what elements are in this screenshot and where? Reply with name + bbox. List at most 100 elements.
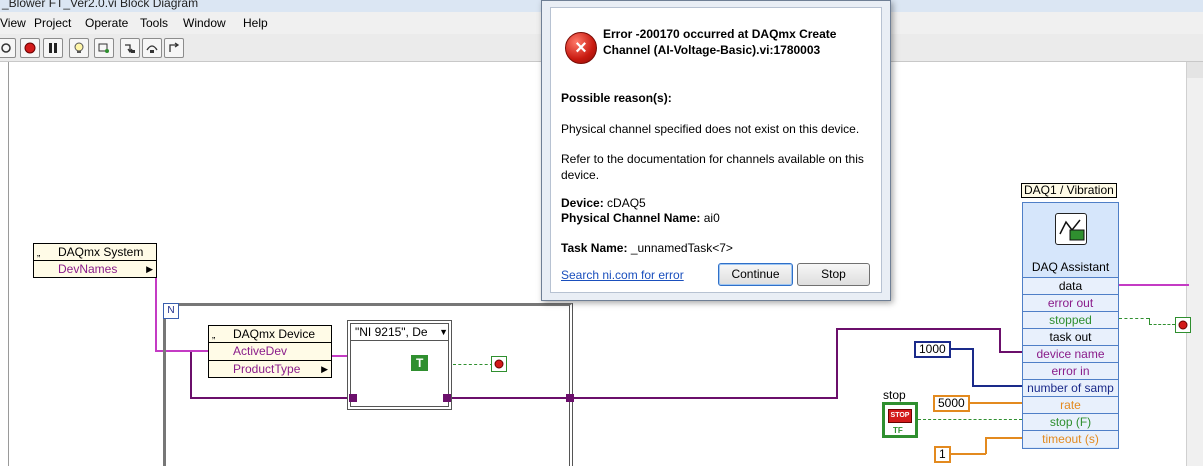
daq-assistant-label: DAQ1 / Vibration: [1021, 183, 1117, 198]
case-selector-label[interactable]: "NI 9215", De ▼: [351, 324, 448, 341]
stop-control-label: stop: [883, 388, 906, 402]
daq-terminal-timeout[interactable]: timeout (s): [1023, 430, 1118, 447]
daqmx-device-header: „ DAQmx Device: [209, 326, 331, 343]
daq-terminal-device-name[interactable]: device name: [1023, 345, 1118, 362]
boolean-led-icon: [1178, 320, 1188, 330]
error-icon: ×: [565, 32, 597, 64]
daq-card-icon: [1055, 213, 1087, 245]
daq-terminal-stop[interactable]: stop (F): [1023, 413, 1118, 430]
task-value: _unnamedTask<7>: [630, 241, 733, 255]
daq-terminal-data[interactable]: data: [1023, 277, 1118, 294]
wire-stopped-right: [1149, 324, 1175, 325]
error-title: Error -200170 occurred at DAQmx Create C…: [603, 27, 837, 57]
loop-count-terminal[interactable]: N: [163, 303, 179, 319]
stop-control-terminal[interactable]: STOP TF: [882, 402, 918, 438]
devnames-label: DevNames: [58, 262, 118, 276]
daqmx-device-node[interactable]: „ DAQmx Device ActiveDev ProductType ▶: [208, 325, 332, 378]
step-into-icon: [125, 44, 135, 54]
menu-project[interactable]: Project: [34, 16, 71, 30]
diagram-left-border: [8, 62, 9, 466]
wire-1000-in: [972, 385, 1022, 387]
daq-assistant-title: DAQ Assistant: [1031, 260, 1110, 274]
daq-terminal-task-out[interactable]: task out: [1023, 328, 1118, 345]
step-over-button[interactable]: [142, 38, 162, 58]
wire-devnames-vertical: [155, 268, 157, 352]
producttype-label: ProductType: [233, 362, 301, 376]
daq-assistant-node[interactable]: DAQ Assistant data error out stopped tas…: [1022, 202, 1119, 449]
menu-tools[interactable]: Tools: [140, 16, 168, 30]
step-over-icon: [146, 45, 158, 53]
reference-icon: „: [212, 330, 216, 341]
true-constant[interactable]: T: [411, 355, 429, 371]
stopped-indicator[interactable]: [1175, 317, 1191, 333]
channel-label: Physical Channel Name:: [561, 211, 701, 225]
daq-terminal-rate[interactable]: rate: [1023, 396, 1118, 413]
lightbulb-icon: [74, 42, 84, 53]
rate-constant[interactable]: 5000: [933, 395, 970, 412]
wire-error-in: [999, 351, 1023, 353]
daqmx-device-label: DAQmx Device: [233, 327, 316, 341]
search-ni-link[interactable]: Search ni.com for error: [561, 268, 684, 282]
vertical-scrollbar[interactable]: [1186, 62, 1203, 466]
highlight-execution-button[interactable]: [69, 38, 89, 58]
case-selector-text: "NI 9215", De: [355, 325, 428, 339]
wire-stopped: [1119, 318, 1149, 319]
step-out-icon: [169, 42, 180, 52]
indicator-terminal[interactable]: [491, 356, 507, 372]
continue-button[interactable]: Continue: [718, 263, 793, 286]
daq-terminal-stopped[interactable]: stopped: [1023, 311, 1118, 328]
tf-label: TF: [893, 426, 903, 435]
menu-window[interactable]: Window: [183, 16, 226, 30]
activedev-property[interactable]: ActiveDev: [209, 343, 331, 360]
reference-icon: „: [37, 248, 41, 259]
chevron-down-icon[interactable]: ▼: [439, 324, 448, 340]
pause-button[interactable]: [43, 38, 63, 58]
daq-terminal-number-of-samples[interactable]: number of samp: [1023, 379, 1118, 396]
producttype-property[interactable]: ProductType ▶: [209, 360, 331, 377]
case-structure[interactable]: "NI 9215", De ▼: [347, 320, 452, 410]
pause-icon: [49, 43, 57, 53]
wire-error-down: [999, 328, 1001, 352]
error-dialog-content: × Error -200170 occurred at DAQmx Create…: [550, 7, 882, 293]
wire-data-out: [1119, 284, 1189, 286]
daq-terminal-error-in[interactable]: error in: [1023, 362, 1118, 379]
error-dialog: × Error -200170 occurred at DAQmx Create…: [541, 0, 891, 301]
menu-view[interactable]: View: [0, 16, 26, 30]
task-label: Task Name:: [561, 241, 628, 255]
wire-1000-down: [972, 348, 974, 386]
task-line: Task Name: _unnamedTask<7>: [561, 241, 733, 255]
devnames-property[interactable]: DevNames ▶: [34, 261, 156, 278]
run-continuous-icon: [1, 43, 11, 53]
scroll-up-arrow[interactable]: [1187, 62, 1203, 78]
retain-wire-values-button[interactable]: [94, 38, 114, 58]
tunnel-error-right: [443, 394, 451, 402]
device-line: Device: cDAQ5: [561, 196, 646, 210]
probe-icon: [98, 43, 109, 53]
step-into-button[interactable]: [120, 38, 140, 58]
menu-help[interactable]: Help: [243, 16, 268, 30]
wire-5000: [964, 402, 1022, 404]
output-arrow-icon: ▶: [321, 364, 328, 374]
device-label: Device:: [561, 196, 604, 210]
boolean-led-icon: [494, 359, 504, 369]
daqmx-system-header: „ DAQmx System: [34, 244, 156, 261]
wire-1-up: [985, 437, 987, 454]
wire-1-in: [985, 437, 1022, 439]
step-out-button[interactable]: [164, 38, 184, 58]
possible-reasons-label: Possible reason(s):: [561, 91, 672, 105]
device-value: cDAQ5: [607, 196, 646, 210]
abort-button[interactable]: [20, 38, 40, 58]
stop-button[interactable]: Stop: [797, 263, 870, 286]
wire-stop: [918, 419, 1022, 420]
samples-constant[interactable]: 1000: [914, 341, 951, 358]
run-continuous-button[interactable]: [0, 38, 16, 58]
reason-text-2: Refer to the documentation for channels …: [561, 152, 864, 182]
daq-terminal-error-out[interactable]: error out: [1023, 294, 1118, 311]
wire-error-up: [836, 328, 838, 398]
menu-operate[interactable]: Operate: [85, 16, 128, 30]
output-arrow-icon: ▶: [146, 264, 153, 274]
daqmx-system-node[interactable]: „ DAQmx System DevNames ▶: [33, 243, 157, 278]
wire-error-to-daq: [836, 328, 1001, 330]
abort-icon: [24, 42, 36, 54]
timeout-constant[interactable]: 1: [934, 446, 951, 463]
